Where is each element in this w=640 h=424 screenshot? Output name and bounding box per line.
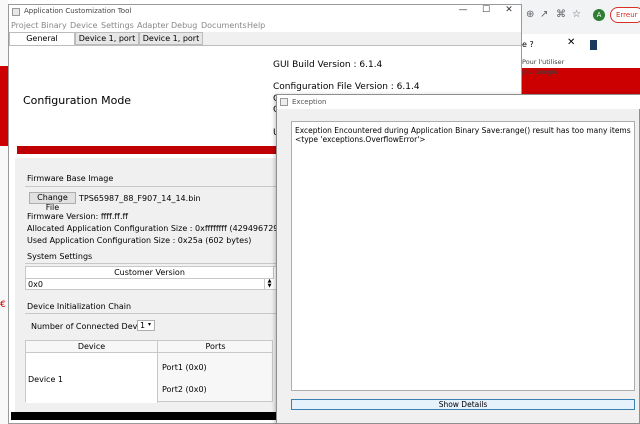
- share-icon[interactable]: ↗: [540, 9, 548, 20]
- google-popup-line2: pte Google: [522, 68, 558, 76]
- exception-titlebar[interactable]: Exception: [277, 95, 640, 109]
- exception-window-icon: [280, 98, 288, 106]
- menu-documents[interactable]: Documents: [201, 21, 247, 30]
- exception-title: Exception: [292, 98, 327, 106]
- num-devices-select[interactable]: 1 ▾: [137, 320, 155, 331]
- configuration-mode-label: Configuration Mode: [23, 94, 132, 107]
- firmware-group-label: Firmware Base Image: [27, 174, 114, 183]
- ports-column-header: Ports: [158, 341, 273, 353]
- config-file-version: Configuration File Version : 6.1.4: [273, 82, 420, 92]
- port1-label: Port1 (0x0): [162, 363, 207, 372]
- menu-debug[interactable]: Debug: [171, 21, 197, 30]
- firmware-version: Firmware Version: ffff.ff.ff: [27, 212, 128, 221]
- close-button[interactable]: ✕: [498, 5, 520, 15]
- change-file-button[interactable]: Change File: [29, 192, 76, 212]
- menu-binary[interactable]: Binary: [41, 21, 67, 30]
- tab-general-settings[interactable]: General Settings: [9, 32, 75, 54]
- maximize-button[interactable]: ☐: [475, 5, 497, 15]
- show-details-button[interactable]: Show Details: [291, 399, 635, 410]
- exception-message-line2: <type 'exceptions.OverflowError'>: [295, 135, 426, 144]
- google-popup-close-icon[interactable]: ✕: [567, 37, 575, 48]
- allocated-config-size: Allocated Application Configuration Size…: [27, 224, 312, 233]
- minimize-button[interactable]: —: [452, 5, 474, 15]
- star-icon[interactable]: ☆: [572, 9, 581, 20]
- profile-avatar[interactable]: A: [593, 9, 605, 21]
- tab-device1-port1[interactable]: Device 1, port 1: [75, 32, 139, 54]
- device-table: Device Ports Device 1 Port1 (0x0) Port2 …: [25, 340, 273, 403]
- menu-project[interactable]: Project: [11, 21, 38, 30]
- exception-dialog: Exception Exception Encountered during A…: [276, 94, 640, 424]
- app-titlebar[interactable]: Application Customization Tool — ☐ ✕: [9, 5, 521, 19]
- google-popup-question: e ?: [522, 40, 534, 49]
- menu-help[interactable]: Help: [247, 21, 265, 30]
- browser-left-red-band: [0, 66, 8, 146]
- customer-version-header: Customer Version: [26, 267, 274, 279]
- customer-version-spinner[interactable]: ▲ ▼: [264, 279, 274, 290]
- browser-left-glyph: €: [0, 300, 6, 310]
- zoom-icon[interactable]: ⊕: [526, 9, 534, 20]
- device-name: Device 1: [28, 375, 63, 384]
- device-cell[interactable]: Device 1: [26, 353, 158, 403]
- system-settings-label: System Settings: [27, 252, 93, 261]
- menu-device[interactable]: Device: [70, 21, 97, 30]
- device-column-header: Device: [26, 341, 158, 353]
- customer-version-table: Customer Version 0x0 ▲▼ 0x0: [25, 266, 291, 290]
- used-config-size: Used Application Configuration Size : 0x…: [27, 236, 252, 245]
- tab-device1-port2[interactable]: Device 1, port 2: [139, 32, 203, 54]
- google-popup-line1: Pour l'utiliser: [522, 58, 565, 66]
- num-devices-value: 1: [140, 321, 146, 330]
- menu-bar: Project Binary Device Settings Adapter D…: [9, 19, 521, 32]
- translate-icon[interactable]: ⌘: [556, 9, 566, 20]
- browser-error-button[interactable]: Erreur: [610, 7, 640, 23]
- menu-adapter[interactable]: Adapter: [137, 21, 169, 30]
- port2-label: Port2 (0x0): [162, 385, 207, 394]
- chevron-down-icon: ▾: [148, 321, 152, 328]
- bookmark-icon[interactable]: [590, 40, 597, 53]
- menu-settings[interactable]: Settings: [101, 21, 134, 30]
- exception-message-line1: Exception Encountered during Application…: [295, 126, 631, 135]
- browser-left-strip: [0, 0, 8, 424]
- exception-message-box[interactable]: Exception Encountered during Application…: [291, 121, 635, 391]
- customer-version-input[interactable]: 0x0: [28, 280, 43, 289]
- app-icon: [12, 8, 20, 16]
- tab-bar: General Settings Device 1, port 1 Device…: [9, 32, 521, 54]
- gui-build-version: GUI Build Version : 6.1.4: [273, 60, 383, 70]
- firmware-file-name: TPS65987_88_F907_14_14.bin: [79, 194, 201, 203]
- device-chain-label: Device Initialization Chain: [27, 302, 132, 311]
- app-title: Application Customization Tool: [24, 7, 132, 15]
